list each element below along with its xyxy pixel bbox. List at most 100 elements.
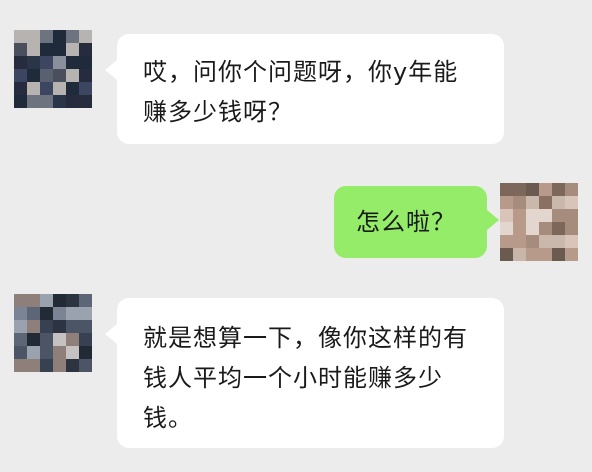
- avatar-pixel: [552, 235, 565, 248]
- avatar-pixel: [79, 346, 92, 359]
- avatar-pixel: [40, 69, 53, 82]
- avatar-pixel: [14, 82, 27, 95]
- avatar-pixel: [66, 333, 79, 346]
- message-text-line: 怎么啦？: [356, 208, 456, 236]
- avatar-pixel: [53, 69, 66, 82]
- avatar-pixel: [40, 333, 53, 346]
- avatar-pixel: [66, 82, 79, 95]
- avatar-pixel: [552, 183, 565, 196]
- avatar-pixel: [40, 359, 53, 372]
- avatar-pixel: [14, 294, 27, 307]
- avatar-pixel: [27, 294, 40, 307]
- avatar-pixel: [565, 196, 578, 209]
- avatar-pixel: [500, 235, 513, 248]
- avatar-pixel: [27, 346, 40, 359]
- avatar-pixel: [53, 30, 66, 43]
- avatar-pixel: [552, 209, 565, 222]
- avatar-pixel: [40, 95, 53, 108]
- avatar-pixel: [526, 222, 539, 235]
- avatar-pixel: [66, 320, 79, 333]
- avatar-pixel: [66, 69, 79, 82]
- avatar-pixel: [565, 183, 578, 196]
- avatar-pixel: [53, 43, 66, 56]
- avatar-pixel: [513, 209, 526, 222]
- message-text-line: 哎，问你个问题呀，你y年能: [143, 58, 459, 86]
- avatar-pixel: [539, 222, 552, 235]
- avatar-pixel: [539, 248, 552, 261]
- message-bubble-outgoing: 怎么啦？: [334, 186, 499, 258]
- message-text-line: 赚多少钱呀？: [143, 98, 293, 126]
- message-bubble-incoming: 就是想算一下，像你这样的有 钱人平均一个小时能赚多少 钱。: [105, 298, 504, 448]
- contact-avatar[interactable]: [14, 294, 92, 372]
- avatar-pixel: [513, 248, 526, 261]
- avatar-pixel: [66, 359, 79, 372]
- avatar-pixel: [552, 196, 565, 209]
- avatar-pixel: [66, 30, 79, 43]
- avatar-pixel: [79, 359, 92, 372]
- avatar-pixel: [40, 320, 53, 333]
- avatar-pixel: [539, 209, 552, 222]
- avatar-pixel: [66, 95, 79, 108]
- avatar-pixel: [539, 183, 552, 196]
- avatar-pixel: [539, 196, 552, 209]
- avatar-pixel: [500, 209, 513, 222]
- avatar-pixel: [27, 30, 40, 43]
- avatar-pixel: [27, 43, 40, 56]
- avatar-pixel: [66, 294, 79, 307]
- avatar-pixel: [14, 333, 27, 346]
- avatar-pixel: [79, 307, 92, 320]
- avatar-pixel: [40, 346, 53, 359]
- avatar-pixel: [79, 82, 92, 95]
- avatar-pixel: [14, 346, 27, 359]
- contact-avatar[interactable]: [14, 30, 92, 108]
- avatar-pixel: [14, 359, 27, 372]
- avatar-pixel: [539, 235, 552, 248]
- avatar-pixel: [526, 196, 539, 209]
- message-text-line: 钱人平均一个小时能赚多少: [143, 364, 443, 392]
- avatar-pixel: [526, 183, 539, 196]
- avatar-pixel: [513, 235, 526, 248]
- avatar-pixel: [14, 56, 27, 69]
- avatar-pixel: [40, 43, 53, 56]
- avatar-pixel: [79, 95, 92, 108]
- avatar-pixel: [53, 95, 66, 108]
- user-avatar[interactable]: [500, 183, 578, 261]
- avatar-pixel: [79, 43, 92, 56]
- avatar-pixel: [27, 95, 40, 108]
- avatar-pixel: [14, 307, 27, 320]
- avatar-pixel: [40, 294, 53, 307]
- avatar-pixel: [27, 320, 40, 333]
- avatar-pixel: [14, 43, 27, 56]
- avatar-pixel: [53, 346, 66, 359]
- avatar-pixel: [14, 95, 27, 108]
- avatar-pixel: [552, 248, 565, 261]
- avatar-pixel: [552, 222, 565, 235]
- avatar-pixel: [40, 82, 53, 95]
- avatar-pixel: [66, 307, 79, 320]
- avatar-pixel: [500, 222, 513, 235]
- avatar-pixel: [27, 307, 40, 320]
- avatar-pixel: [79, 56, 92, 69]
- avatar-pixel: [66, 56, 79, 69]
- avatar-pixel: [66, 346, 79, 359]
- avatar-pixel: [565, 235, 578, 248]
- avatar-pixel: [526, 209, 539, 222]
- avatar-pixel: [53, 320, 66, 333]
- avatar-pixel: [40, 307, 53, 320]
- avatar-pixel: [500, 196, 513, 209]
- avatar-pixel: [53, 82, 66, 95]
- avatar-pixel: [526, 235, 539, 248]
- avatar-pixel: [565, 209, 578, 222]
- avatar-pixel: [53, 307, 66, 320]
- avatar-pixel: [14, 320, 27, 333]
- avatar-pixel: [27, 82, 40, 95]
- avatar-pixel: [500, 248, 513, 261]
- avatar-pixel: [513, 196, 526, 209]
- avatar-pixel: [53, 56, 66, 69]
- avatar-pixel: [27, 359, 40, 372]
- message-text-line: 钱。: [143, 404, 193, 432]
- avatar-pixel: [14, 69, 27, 82]
- avatar-pixel: [14, 30, 27, 43]
- avatar-pixel: [513, 222, 526, 235]
- avatar-pixel: [40, 56, 53, 69]
